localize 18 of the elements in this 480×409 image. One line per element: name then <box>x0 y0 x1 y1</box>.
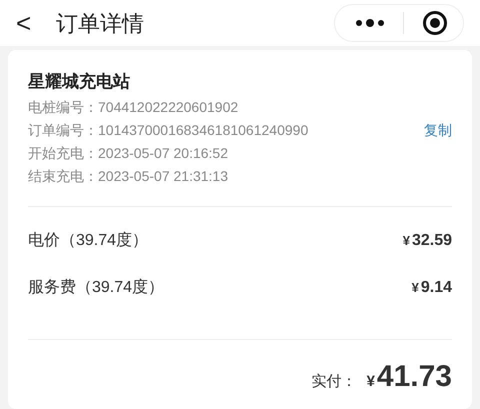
fee-amount: ¥32.59 <box>402 230 452 250</box>
copy-link[interactable]: 复制 <box>424 120 452 141</box>
fee-label: 电价（39.74度） <box>28 230 148 250</box>
total-amount: ¥41.73 <box>366 359 452 395</box>
detail-label: 结束充电： <box>28 167 98 186</box>
detail-label: 电桩编号： <box>28 98 98 117</box>
detail-label: 订单编号： <box>28 121 98 140</box>
detail-label: 开始充电： <box>28 144 98 163</box>
detail-value: 704412022220601902 <box>98 98 238 117</box>
fee-label: 服务费（39.74度） <box>28 278 164 298</box>
back-button[interactable]: < <box>16 10 36 36</box>
detail-value: 101437000168346181061240990 <box>98 121 308 140</box>
total-label: 实付： <box>312 372 357 392</box>
detail-value: 2023-05-07 21:31:13 <box>98 167 228 186</box>
station-name: 星耀城充电站 <box>28 71 131 93</box>
fee-amount: ¥9.14 <box>412 278 452 298</box>
page-title: 订单详情 <box>56 10 144 38</box>
detail-value: 2023-05-07 20:16:52 <box>98 144 228 163</box>
